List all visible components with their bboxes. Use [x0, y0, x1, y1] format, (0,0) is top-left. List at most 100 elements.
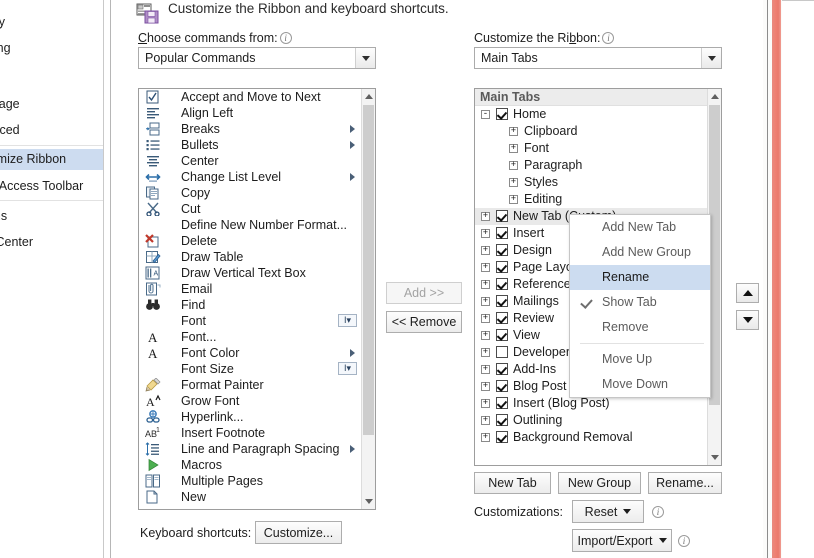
command-list-item[interactable]: Macros: [139, 457, 361, 473]
expand-icon[interactable]: +: [481, 399, 490, 408]
move-up-button[interactable]: [736, 283, 759, 303]
commands-list[interactable]: Accept and Move to NextAlign LeftBreaksB…: [139, 89, 361, 509]
context-menu-item[interactable]: Add New Group: [570, 240, 710, 265]
sidebar-item-customize-ribbon[interactable]: Customize Ribbon: [0, 149, 104, 170]
tree-checkbox[interactable]: [496, 346, 508, 358]
new-group-button[interactable]: New Group: [558, 472, 641, 494]
submenu-arrow-icon[interactable]: [350, 169, 355, 185]
reset-button[interactable]: Reset: [572, 500, 644, 523]
scroll-up-button[interactable]: [362, 89, 375, 104]
chevron-down-icon[interactable]: [355, 48, 375, 68]
command-list-item[interactable]: Bullets: [139, 137, 361, 153]
tree-checkbox[interactable]: [496, 380, 508, 392]
command-list-item[interactable]: Breaks: [139, 121, 361, 137]
add-button[interactable]: Add >>: [386, 282, 462, 304]
tree-checkbox[interactable]: [496, 329, 508, 341]
context-menu-item[interactable]: Move Up: [570, 347, 710, 372]
expand-icon[interactable]: +: [481, 365, 490, 374]
sidebar-item-trust-center[interactable]: Trust Center: [0, 232, 104, 253]
tree-row[interactable]: +Font: [475, 140, 707, 157]
remove-button[interactable]: << Remove: [386, 311, 462, 333]
choose-commands-from-combo[interactable]: Popular Commands: [138, 47, 376, 69]
gallery-dropdown-icon[interactable]: I▾: [338, 362, 357, 375]
scroll-down-button[interactable]: [362, 494, 375, 509]
sidebar-item-add-ins[interactable]: Add-Ins: [0, 206, 104, 227]
command-list-item[interactable]: AB1Insert Footnote: [139, 425, 361, 441]
collapse-icon[interactable]: -: [481, 110, 490, 119]
expand-icon[interactable]: +: [481, 416, 490, 425]
sidebar-item-quick-access-toolbar[interactable]: Quick Access Toolbar: [0, 176, 104, 197]
command-list-item[interactable]: AFont Color: [139, 345, 361, 361]
info-icon-2[interactable]: i: [602, 32, 614, 44]
page-scrollbar[interactable]: [772, 0, 781, 558]
command-list-item[interactable]: Line and Paragraph Spacing: [139, 441, 361, 457]
tree-row[interactable]: -Home: [475, 106, 707, 123]
import-export-button[interactable]: Import/Export: [572, 529, 672, 552]
tree-row[interactable]: +Paragraph: [475, 157, 707, 174]
tree-row[interactable]: +Clipboard: [475, 123, 707, 140]
commands-scrollbar[interactable]: [361, 89, 375, 509]
info-icon-4[interactable]: i: [678, 535, 690, 547]
expand-icon[interactable]: +: [509, 127, 518, 136]
expand-icon[interactable]: +: [481, 314, 490, 323]
context-menu-item[interactable]: Show Tab: [570, 290, 710, 315]
tree-checkbox[interactable]: [496, 295, 508, 307]
command-list-item[interactable]: Change List Level: [139, 169, 361, 185]
command-list-item[interactable]: Define New Number Format...: [139, 217, 361, 233]
tree-checkbox[interactable]: [496, 244, 508, 256]
tree-checkbox[interactable]: [496, 363, 508, 375]
scrollbar-thumb[interactable]: [363, 105, 374, 435]
tree-checkbox[interactable]: [496, 108, 508, 120]
command-list-item[interactable]: New: [139, 489, 361, 505]
commands-listbox[interactable]: Accept and Move to NextAlign LeftBreaksB…: [138, 88, 376, 510]
command-list-item[interactable]: Cut: [139, 201, 361, 217]
sidebar-item-display[interactable]: Display: [0, 12, 104, 33]
info-icon-3[interactable]: i: [652, 506, 664, 518]
gallery-dropdown-icon[interactable]: I▾: [338, 314, 357, 327]
customize-keyboard-button[interactable]: Customize...: [255, 521, 342, 544]
tree-row[interactable]: +Editing: [475, 191, 707, 208]
tree-row[interactable]: +Background Removal: [475, 429, 707, 446]
command-list-item[interactable]: Align Left: [139, 105, 361, 121]
tree-checkbox[interactable]: [496, 414, 508, 426]
tree-scroll-up-button[interactable]: [708, 89, 721, 104]
sidebar-item-language[interactable]: Language: [0, 94, 104, 115]
tree-row[interactable]: +Styles: [475, 174, 707, 191]
tree-checkbox[interactable]: [496, 312, 508, 324]
command-list-item[interactable]: Font SizeI▾: [139, 361, 361, 377]
submenu-arrow-icon[interactable]: [350, 345, 355, 361]
command-list-item[interactable]: Accept and Move to Next: [139, 89, 361, 105]
command-list-item[interactable]: Draw Table: [139, 249, 361, 265]
command-list-item[interactable]: AFont...: [139, 329, 361, 345]
rename-button[interactable]: Rename...: [648, 472, 722, 494]
command-list-item[interactable]: Delete: [139, 233, 361, 249]
command-list-item[interactable]: Center: [139, 153, 361, 169]
tree-row[interactable]: +Outlining: [475, 412, 707, 429]
expand-icon[interactable]: +: [481, 229, 490, 238]
sidebar-item-save[interactable]: Save: [0, 64, 104, 85]
move-down-button[interactable]: [736, 310, 759, 330]
expand-icon[interactable]: +: [481, 246, 490, 255]
command-list-item[interactable]: AGrow Font: [139, 393, 361, 409]
command-list-item[interactable]: Find: [139, 297, 361, 313]
expand-icon[interactable]: +: [509, 178, 518, 187]
expand-icon[interactable]: +: [509, 195, 518, 204]
command-list-item[interactable]: ADraw Vertical Text Box: [139, 265, 361, 281]
new-tab-button[interactable]: New Tab: [474, 472, 551, 494]
expand-icon[interactable]: +: [481, 212, 490, 221]
context-menu-item[interactable]: Add New Tab: [570, 215, 710, 240]
tree-scroll-down-button[interactable]: [708, 450, 721, 465]
submenu-arrow-icon[interactable]: [350, 121, 355, 137]
command-list-item[interactable]: Email: [139, 281, 361, 297]
expand-icon[interactable]: +: [509, 144, 518, 153]
command-list-item[interactable]: FontI▾: [139, 313, 361, 329]
command-list-item[interactable]: Format Painter: [139, 377, 361, 393]
command-list-item[interactable]: Hyperlink...: [139, 409, 361, 425]
sidebar-item-advanced[interactable]: Advanced: [0, 120, 104, 141]
context-menu-item[interactable]: Move Down: [570, 372, 710, 397]
context-menu-item[interactable]: Rename: [570, 265, 710, 290]
tree-checkbox[interactable]: [496, 431, 508, 443]
command-list-item[interactable]: Copy: [139, 185, 361, 201]
submenu-arrow-icon[interactable]: [350, 441, 355, 457]
tree-checkbox[interactable]: [496, 278, 508, 290]
